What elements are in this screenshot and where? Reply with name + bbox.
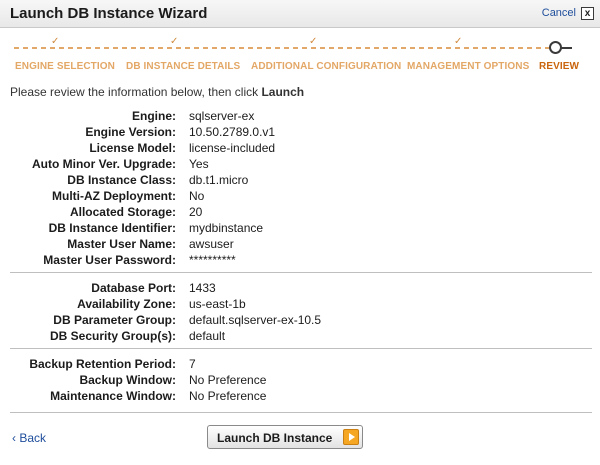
review-row-license-model: License Model: license-included: [0, 141, 600, 157]
field-label: Maintenance Window:: [50, 389, 176, 403]
field-label: Auto Minor Ver. Upgrade:: [31, 157, 176, 171]
review-row-backup-retention: Backup Retention Period: 7: [0, 357, 600, 373]
field-value: default: [189, 329, 226, 343]
step-check-icon: ✓: [170, 36, 179, 47]
step-engine-selection: ENGINE SELECTION: [15, 61, 115, 72]
field-value: 1433: [189, 281, 216, 295]
review-row-instance-identifier: DB Instance Identifier: mydbinstance: [0, 221, 600, 237]
step-review: REVIEW: [539, 61, 580, 72]
field-label: DB Security Group(s):: [49, 329, 176, 343]
instructions-emphasis: Launch: [261, 85, 305, 99]
title-bar: Launch DB Instance Wizard Cancel x: [0, 0, 600, 28]
step-check-icon: ✓: [309, 36, 318, 47]
field-label: Master User Name:: [67, 237, 176, 251]
section-divider: [10, 412, 592, 413]
field-value: Yes: [189, 157, 209, 171]
review-row-master-user-password: Master User Password: **********: [0, 253, 600, 269]
step-management-options: MANAGEMENT OPTIONS: [407, 61, 530, 72]
field-value: 20: [189, 205, 203, 219]
field-label: Engine Version:: [85, 125, 176, 139]
review-row-security-groups: DB Security Group(s): default: [0, 329, 600, 345]
field-value: db.t1.micro: [189, 173, 249, 187]
review-row-backup-window: Backup Window: No Preference: [0, 373, 600, 389]
field-value: sqlserver-ex: [189, 109, 255, 123]
field-value: default.sqlserver-ex-10.5: [189, 313, 322, 327]
field-value: us-east-1b: [189, 297, 246, 311]
section-divider: [10, 272, 592, 273]
review-row-parameter-group: DB Parameter Group: default.sqlserver-ex-…: [0, 313, 600, 329]
step-db-instance-details: DB INSTANCE DETAILS: [126, 61, 241, 72]
field-label: Multi-AZ Deployment:: [52, 189, 176, 203]
field-label: Engine:: [132, 109, 176, 123]
review-instructions: Please review the information below, the…: [10, 85, 304, 99]
field-label: Backup Retention Period:: [29, 357, 176, 371]
instructions-text: Please review the information below, the…: [10, 85, 262, 99]
current-step-line: [560, 47, 572, 49]
review-row-database-port: Database Port: 1433: [0, 281, 600, 297]
cancel-link[interactable]: Cancel: [542, 7, 576, 19]
field-label: DB Instance Class:: [67, 173, 176, 187]
field-label: Database Port:: [91, 281, 176, 295]
field-label: DB Instance Identifier:: [48, 221, 176, 235]
step-check-icon: ✓: [454, 36, 463, 47]
field-value: No: [189, 189, 205, 203]
field-value: 7: [189, 357, 196, 371]
play-arrow-icon: [343, 429, 359, 445]
wizard-progress-track: [14, 47, 570, 49]
step-additional-configuration: ADDITIONAL CONFIGURATION: [251, 61, 402, 72]
launch-button-label: Launch DB Instance: [217, 431, 333, 445]
review-row-availability-zone: Availability Zone: us-east-1b: [0, 297, 600, 313]
section-divider: [10, 348, 592, 349]
field-value: No Preference: [189, 389, 267, 403]
review-row-allocated-storage: Allocated Storage: 20: [0, 205, 600, 221]
field-value: mydbinstance: [189, 221, 264, 235]
review-row-multi-az: Multi-AZ Deployment: No: [0, 189, 600, 205]
review-row-engine-version: Engine Version: 10.50.2789.0.v1: [0, 125, 600, 141]
field-label: Master User Password:: [43, 253, 176, 267]
back-link[interactable]: ‹ Back: [12, 431, 46, 445]
field-value: awsuser: [189, 237, 234, 251]
review-row-engine: Engine: sqlserver-ex: [0, 109, 600, 125]
field-value: **********: [189, 253, 236, 267]
field-label: License Model:: [89, 141, 176, 155]
field-value: 10.50.2789.0.v1: [189, 125, 276, 139]
field-label: Backup Window:: [79, 373, 176, 387]
field-value: No Preference: [189, 373, 267, 387]
launch-db-instance-button[interactable]: Launch DB Instance: [207, 425, 363, 449]
review-row-maintenance-window: Maintenance Window: No Preference: [0, 389, 600, 405]
review-row-master-user-name: Master User Name: awsuser: [0, 237, 600, 253]
field-label: DB Parameter Group:: [53, 313, 176, 327]
review-row-auto-minor-upgrade: Auto Minor Ver. Upgrade: Yes: [0, 157, 600, 173]
close-icon[interactable]: x: [581, 7, 594, 20]
window-title: Launch DB Instance Wizard: [10, 5, 208, 22]
review-row-instance-class: DB Instance Class: db.t1.micro: [0, 173, 600, 189]
field-label: Availability Zone:: [77, 297, 176, 311]
step-check-icon: ✓: [51, 36, 60, 47]
field-label: Allocated Storage:: [69, 205, 176, 219]
field-value: license-included: [189, 141, 276, 155]
